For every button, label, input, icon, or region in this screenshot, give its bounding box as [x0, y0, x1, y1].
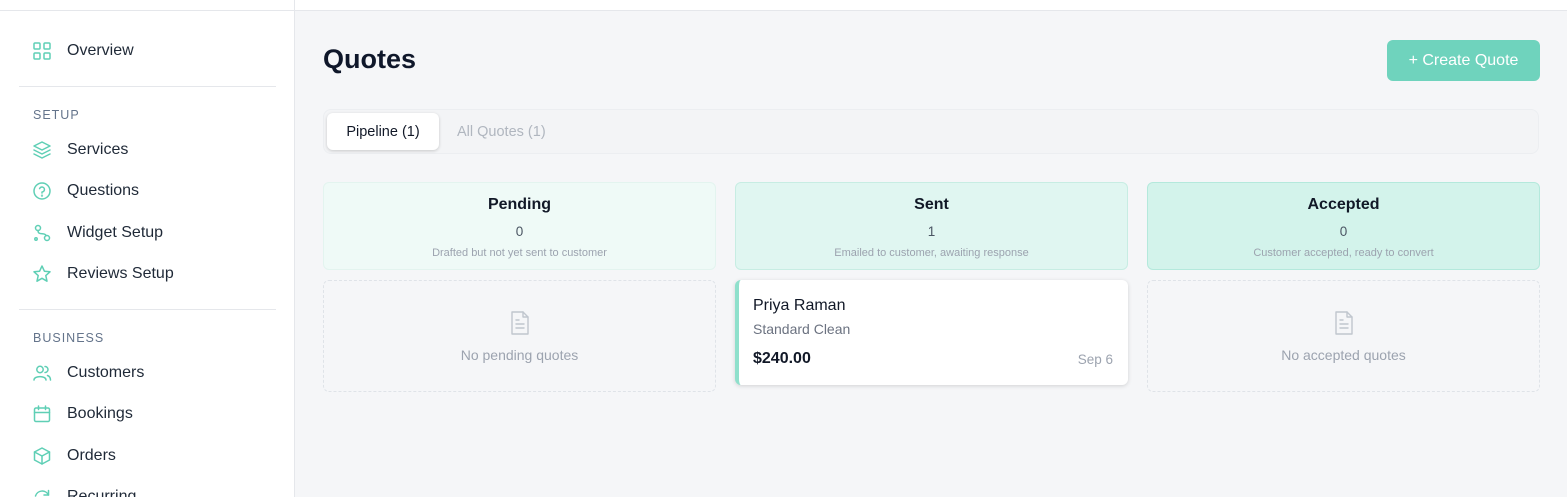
quote-service: Standard Clean: [753, 321, 851, 337]
empty-state-pending: No pending quotes: [323, 280, 716, 392]
column-title: Accepted: [1307, 196, 1380, 213]
quote-amount: $240.00: [753, 350, 811, 367]
column-header-sent: Sent 1 Emailed to customer, awaiting res…: [735, 182, 1128, 270]
star-icon: [32, 264, 52, 284]
sidebar-item-overview[interactable]: Overview: [32, 38, 134, 64]
grid-icon: [32, 41, 52, 61]
tab-pipeline[interactable]: Pipeline (1): [327, 113, 439, 150]
sidebar-item-label: Customers: [67, 364, 145, 381]
sidebar: Overview SETUP Services Questions Widget…: [0, 0, 295, 497]
sidebar-item-label: Questions: [67, 182, 140, 199]
sidebar-item-label: Widget Setup: [67, 224, 164, 241]
empty-message: No pending quotes: [460, 347, 579, 363]
sidebar-item-label: Bookings: [67, 405, 133, 422]
column-description: Emailed to customer, awaiting response: [834, 247, 1029, 259]
route-icon: [32, 223, 52, 243]
sidebar-item-label: Reviews Setup: [67, 265, 174, 282]
quote-date: Sep 6: [1077, 352, 1113, 367]
sidebar-divider: [19, 309, 276, 310]
users-icon: [32, 363, 52, 383]
sidebar-item-reviews-setup[interactable]: Reviews Setup: [32, 261, 174, 287]
sidebar-item-label: Orders: [67, 447, 116, 464]
column-description: Drafted but not yet sent to customer: [432, 247, 607, 259]
sidebar-item-widget-setup[interactable]: Widget Setup: [32, 220, 163, 246]
layers-icon: [32, 140, 52, 160]
sidebar-item-bookings[interactable]: Bookings: [32, 401, 133, 427]
section-label-setup: SETUP: [33, 108, 80, 122]
section-label-business: BUSINESS: [33, 331, 105, 345]
column-description: Customer accepted, ready to convert: [1253, 247, 1434, 259]
empty-message: No accepted quotes: [1281, 347, 1406, 363]
document-icon: [510, 311, 530, 335]
column-title: Sent: [914, 196, 949, 213]
tab-all-quotes[interactable]: All Quotes (1): [457, 113, 546, 150]
page-title: Quotes: [323, 44, 417, 74]
document-icon: [1334, 311, 1354, 335]
column-count: 1: [927, 224, 936, 239]
sidebar-item-questions[interactable]: Questions: [32, 178, 139, 204]
box-icon: [32, 446, 52, 466]
column-header-pending: Pending 0 Drafted but not yet sent to cu…: [323, 182, 716, 270]
sidebar-item-label: Services: [67, 141, 129, 158]
sidebar-divider: [19, 86, 276, 87]
column-count: 0: [515, 224, 524, 239]
sidebar-item-recurring[interactable]: Recurring: [32, 484, 136, 497]
top-bar: [295, 0, 1567, 11]
empty-state-accepted: No accepted quotes: [1147, 280, 1540, 392]
sidebar-item-customers[interactable]: Customers: [32, 360, 144, 386]
sidebar-item-label: Recurring: [67, 488, 137, 497]
column-count: 0: [1339, 224, 1348, 239]
quote-customer-name: Priya Raman: [753, 297, 846, 314]
quote-card[interactable]: Priya Raman Standard Clean $240.00 Sep 6: [735, 280, 1128, 385]
sidebar-top-divider: [0, 10, 294, 11]
refresh-icon: [32, 487, 52, 497]
sidebar-item-label: Overview: [67, 42, 134, 59]
column-header-accepted: Accepted 0 Customer accepted, ready to c…: [1147, 182, 1540, 270]
sidebar-item-orders[interactable]: Orders: [32, 443, 116, 469]
column-title: Pending: [487, 196, 552, 213]
help-circle-icon: [32, 181, 52, 201]
view-tabs: Pipeline (1) All Quotes (1): [323, 109, 1539, 154]
sidebar-item-services[interactable]: Services: [32, 137, 128, 163]
create-quote-button[interactable]: + Create Quote: [1387, 40, 1540, 81]
calendar-icon: [32, 404, 52, 424]
